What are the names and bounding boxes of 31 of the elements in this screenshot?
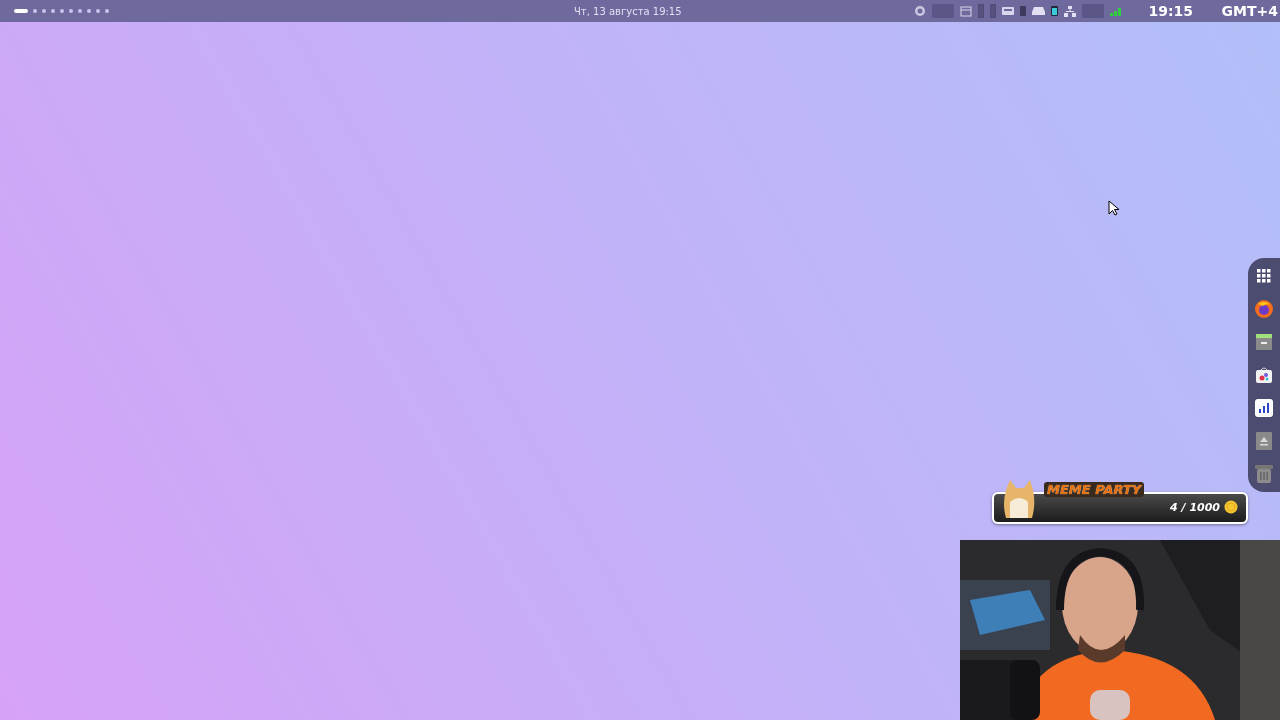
date-time[interactable]: Чт, 13 августа 19:15 <box>574 5 914 17</box>
widget-title: MEME PARTY <box>1044 482 1145 497</box>
eject-icon[interactable] <box>1256 432 1272 450</box>
workspace-indicator[interactable] <box>87 9 91 13</box>
coin-icon <box>1224 500 1238 514</box>
shopping-bag-icon[interactable] <box>1255 366 1273 384</box>
window-icon[interactable] <box>960 5 972 17</box>
dog-icon <box>1002 480 1036 520</box>
network-icon[interactable] <box>1064 5 1076 17</box>
workspace-indicator[interactable] <box>96 9 100 13</box>
workspace-indicator[interactable] <box>33 9 37 13</box>
browser-icon[interactable] <box>1254 299 1274 319</box>
keyboard-icon[interactable] <box>1002 7 1014 15</box>
file-cabinet-icon[interactable] <box>1255 333 1273 351</box>
trash-icon[interactable] <box>1255 465 1273 483</box>
workspace-indicator[interactable] <box>51 9 55 13</box>
workspace-indicator[interactable] <box>78 9 82 13</box>
timezone-label: GMT+4 <box>1221 3 1278 19</box>
app-grid-icon[interactable] <box>1257 269 1271 283</box>
workspace-indicator[interactable] <box>14 9 28 13</box>
score-count: 4 / 1000 <box>1170 501 1220 514</box>
bar-chart-icon[interactable] <box>1255 399 1273 417</box>
workspace-indicator[interactable] <box>105 9 109 13</box>
signal-icon[interactable] <box>1110 6 1122 16</box>
workspace-indicator[interactable] <box>69 9 73 13</box>
workspace-indicator[interactable] <box>60 9 64 13</box>
clock: 19:15 <box>1148 3 1194 19</box>
workspace-indicator[interactable] <box>42 9 46 13</box>
mouse-cursor-icon <box>1108 200 1120 216</box>
battery-icon[interactable] <box>1051 6 1058 16</box>
drive-icon[interactable] <box>1032 7 1045 15</box>
